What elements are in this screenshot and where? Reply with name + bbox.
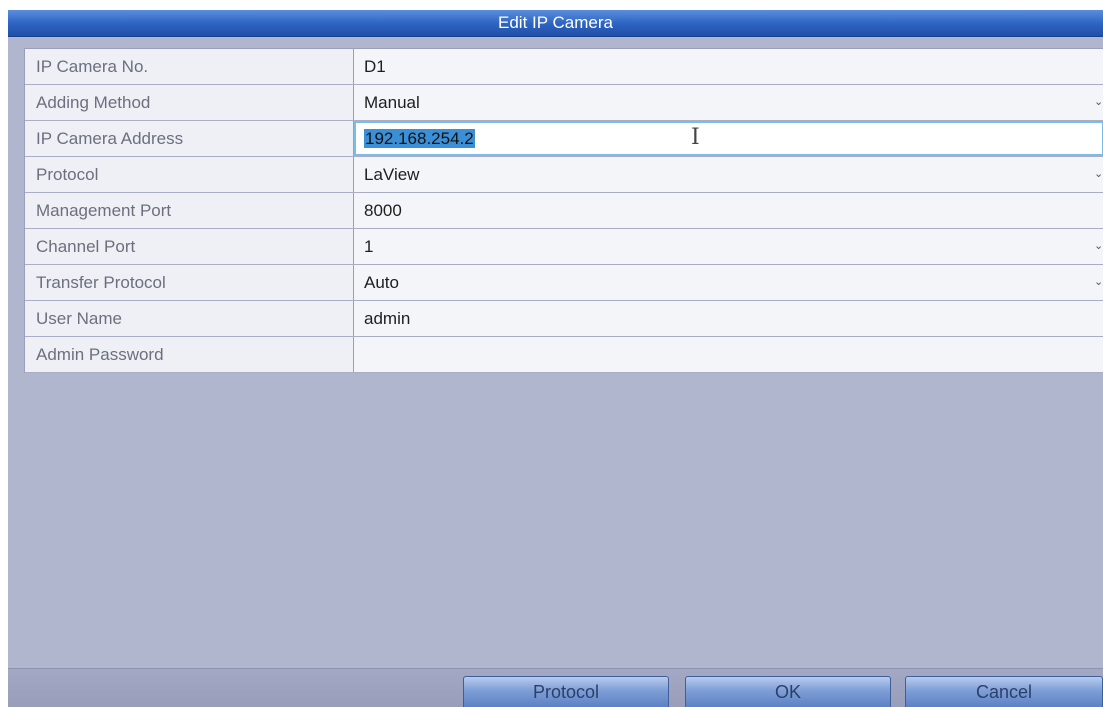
ip-camera-address-input[interactable]: 192.168.254.2 I xyxy=(354,121,1103,156)
ip-camera-no-label: IP Camera No. xyxy=(25,49,354,84)
dialog-footer: Protocol OK Cancel xyxy=(8,668,1103,707)
protocol-label: Protocol xyxy=(25,157,354,192)
protocol-button[interactable]: Protocol xyxy=(463,676,669,707)
user-name-input[interactable]: admin xyxy=(354,301,1103,336)
protocol-select[interactable]: LaView ⌄ xyxy=(354,157,1103,192)
protocol-row: Protocol LaView ⌄ xyxy=(25,157,1103,193)
admin-password-label: Admin Password xyxy=(25,337,354,372)
cancel-button[interactable]: Cancel xyxy=(905,676,1103,707)
chevron-down-icon[interactable]: ⌄ xyxy=(1094,229,1103,264)
adding-method-label: Adding Method xyxy=(25,85,354,120)
text-cursor-icon: I xyxy=(691,125,700,150)
user-name-label: User Name xyxy=(25,301,354,336)
ip-camera-no-row: IP Camera No. D1 xyxy=(25,49,1103,85)
transfer-protocol-value: Auto xyxy=(364,273,399,292)
ok-button[interactable]: OK xyxy=(685,676,891,707)
adding-method-value: Manual xyxy=(364,93,420,112)
transfer-protocol-select[interactable]: Auto ⌄ xyxy=(354,265,1103,300)
user-name-row: User Name admin xyxy=(25,301,1103,337)
dialog-title: Edit IP Camera xyxy=(498,13,613,32)
dialog-titlebar: Edit IP Camera xyxy=(8,10,1103,37)
chevron-down-icon[interactable]: ⌄ xyxy=(1094,265,1103,300)
channel-port-label: Channel Port xyxy=(25,229,354,264)
edit-ip-camera-dialog: Edit IP Camera IP Camera No. D1 Adding M… xyxy=(8,10,1103,707)
chevron-down-icon[interactable]: ⌄ xyxy=(1094,85,1103,120)
admin-password-row: Admin Password xyxy=(25,337,1103,373)
protocol-value: LaView xyxy=(364,165,420,184)
admin-password-input[interactable] xyxy=(354,337,1103,372)
chevron-down-icon[interactable]: ⌄ xyxy=(1094,157,1103,192)
management-port-label: Management Port xyxy=(25,193,354,228)
adding-method-row: Adding Method Manual ⌄ xyxy=(25,85,1103,121)
channel-port-value: 1 xyxy=(364,237,374,256)
channel-port-select[interactable]: 1 ⌄ xyxy=(354,229,1103,264)
management-port-row: Management Port 8000 xyxy=(25,193,1103,229)
ip-camera-address-label: IP Camera Address xyxy=(25,121,354,156)
management-port-input[interactable]: 8000 xyxy=(354,193,1103,228)
transfer-protocol-label: Transfer Protocol xyxy=(25,265,354,300)
camera-settings-form: IP Camera No. D1 Adding Method Manual ⌄ … xyxy=(24,48,1103,373)
transfer-protocol-row: Transfer Protocol Auto ⌄ xyxy=(25,265,1103,301)
channel-port-row: Channel Port 1 ⌄ xyxy=(25,229,1103,265)
ip-camera-address-value: 192.168.254.2 xyxy=(364,129,475,148)
ip-camera-no-value: D1 xyxy=(354,49,1103,84)
adding-method-select[interactable]: Manual ⌄ xyxy=(354,85,1103,120)
ip-camera-address-row: IP Camera Address 192.168.254.2 I xyxy=(25,121,1103,157)
